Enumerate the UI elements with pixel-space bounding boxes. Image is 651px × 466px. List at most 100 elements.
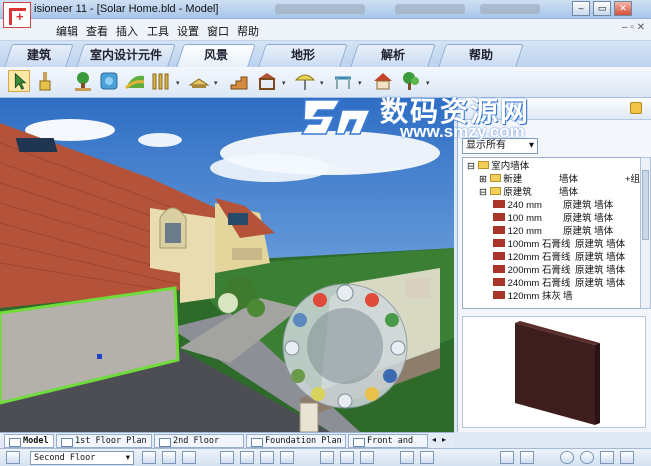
tree-plant-icon[interactable] <box>72 70 94 92</box>
window-icon[interactable] <box>500 451 514 464</box>
pin-icon[interactable] <box>630 102 642 114</box>
menu-bar: 建筑(B) 编辑 查看 插入 工具 设置 窗口 帮助 – ▫ ✕ <box>0 19 651 41</box>
tab-2nd-floor-plan[interactable]: 2nd Floor Plan <box>154 434 244 459</box>
tab-landscape[interactable]: 风景 <box>176 44 256 67</box>
mdi-controls[interactable]: – ▫ ✕ <box>622 22 645 33</box>
tab-foundation-plan[interactable]: Foundation Plan <box>246 434 346 448</box>
menu-window[interactable]: 窗口 <box>207 23 229 39</box>
zoom-in-icon[interactable] <box>560 451 574 464</box>
wall-preview <box>462 316 646 428</box>
house-3d-render <box>0 98 454 432</box>
arrow-icon[interactable] <box>240 451 254 464</box>
zoom-fit-icon[interactable] <box>600 451 614 464</box>
tab-scroll-right-icon[interactable]: ▸ <box>442 435 452 447</box>
fence-icon[interactable] <box>150 70 172 92</box>
plan-icon[interactable] <box>220 451 234 464</box>
measure-icon[interactable] <box>400 451 414 464</box>
library-panel-header <box>458 98 651 120</box>
orbit-icon[interactable] <box>320 451 334 464</box>
tab-help[interactable]: 帮助 <box>438 44 524 67</box>
landscape-toolbar: ▾ ▾ ▾ ▾ ▾ ▾ <box>0 67 651 98</box>
wall-icon <box>493 213 505 221</box>
chevron-down-icon[interactable]: ▾ <box>320 79 324 87</box>
tab-building[interactable]: 建筑 <box>4 44 74 67</box>
tab-1st-floor-plan[interactable]: 1st Floor Plan <box>56 434 152 448</box>
zoom-window-icon[interactable] <box>620 451 634 464</box>
tree-item[interactable]: 240 mm 原建筑 墙体 <box>493 199 641 212</box>
house-icon[interactable] <box>372 70 394 92</box>
menu-tools[interactable]: 工具 <box>147 23 169 39</box>
menu-edit[interactable]: 编辑 <box>56 23 78 39</box>
chevron-down-icon[interactable]: ▾ <box>426 79 430 87</box>
blurred-region <box>275 4 365 14</box>
chevron-down-icon[interactable]: ▾ <box>358 79 362 87</box>
chevron-down-icon[interactable]: ▾ <box>214 79 218 87</box>
scrollbar-thumb[interactable] <box>642 170 649 240</box>
camera-icon[interactable] <box>420 451 434 464</box>
view-tabs: Model 1st Floor Plan 2nd Floor Plan Foun… <box>0 432 454 459</box>
stairs-icon[interactable] <box>228 70 250 92</box>
status-bar: Second Floor <box>0 448 651 466</box>
render-icon[interactable] <box>360 451 374 464</box>
house-view-icon[interactable] <box>260 451 274 464</box>
wall-icon <box>493 265 505 273</box>
window-title: isioneer 11 - [Solar Home.bld - Model] <box>34 3 219 15</box>
walk-icon[interactable] <box>340 451 354 464</box>
wall-preview-image <box>515 321 600 425</box>
blurred-region <box>480 4 540 14</box>
menu-settings[interactable]: 设置 <box>177 23 199 39</box>
tree-item[interactable]: 240mm 石膏线 原建筑 墙体 <box>493 277 641 290</box>
menu-view[interactable]: 查看 <box>86 23 108 39</box>
wall-icon <box>493 239 505 247</box>
library-tree[interactable]: ⊟ 室内墙体 ⊞ 新建 墙体 +组 ⊟ 原建筑 墙体 240 mm 原建筑 墙体 100… <box>462 157 642 309</box>
floor-icon[interactable] <box>6 451 20 464</box>
terrain-slope-icon[interactable] <box>124 70 146 92</box>
chevron-down-icon[interactable]: ▾ <box>176 79 180 87</box>
elevation-icon[interactable] <box>280 451 294 464</box>
tab-analysis[interactable]: 解析 <box>350 44 436 67</box>
tree-scrollbar[interactable] <box>640 157 651 309</box>
layer-icon[interactable] <box>182 451 196 464</box>
menu-insert[interactable]: 插入 <box>116 23 138 39</box>
folder-icon <box>489 174 501 182</box>
water-feature-icon[interactable] <box>98 70 120 92</box>
tab-terrain[interactable]: 地形 <box>258 44 348 67</box>
ribbon-tab-bar: 建筑 室内设计元件 风景 地形 解析 帮助 <box>0 41 651 67</box>
view-toggle-icon[interactable] <box>142 451 156 464</box>
title-bar: isioneer 11 - [Solar Home.bld - Model] –… <box>0 0 651 28</box>
tab-model[interactable]: Model <box>4 434 54 448</box>
tree-item[interactable]: 120 mm 原建筑 墙体 <box>493 225 641 238</box>
tree-item[interactable]: 100 mm 原建筑 墙体 <box>493 212 641 225</box>
zoom-out-icon[interactable] <box>580 451 594 464</box>
minimize-button[interactable]: – <box>572 1 590 16</box>
grid-icon[interactable] <box>162 451 176 464</box>
menu-help[interactable]: 帮助 <box>237 23 259 39</box>
landscape-tree-icon[interactable] <box>400 70 422 92</box>
tree-item[interactable]: ⊞ 新建 墙体 +组 <box>479 173 640 186</box>
paint-brush-icon[interactable] <box>34 70 56 92</box>
tree-item[interactable]: 120mm 抹灰墙 <box>493 290 641 303</box>
tab-interior-components[interactable]: 室内设计元件 <box>76 44 176 67</box>
maximize-button[interactable]: ▭ <box>593 1 611 16</box>
chevron-down-icon[interactable]: ▾ <box>282 79 286 87</box>
tree-item[interactable]: 100mm 石膏线 原建筑 墙体 <box>493 238 641 251</box>
split-view-icon[interactable] <box>520 451 534 464</box>
arbor-icon[interactable] <box>332 70 354 92</box>
filter-dropdown[interactable]: 显示所有 <box>462 138 538 154</box>
tree-item[interactable]: ⊟ 原建筑 墙体 <box>479 186 639 199</box>
tree-item[interactable]: ⊟ 室内墙体 <box>467 160 529 173</box>
tree-item[interactable]: 120mm 石膏线 原建筑 墙体 <box>493 251 641 264</box>
floor-selector[interactable]: Second Floor <box>30 451 134 465</box>
select-arrow-icon[interactable] <box>8 70 30 92</box>
model-3d-viewport[interactable] <box>0 98 454 432</box>
tab-scroll-left-icon[interactable]: ◂ <box>432 435 442 447</box>
folder-icon <box>477 161 489 169</box>
folder-icon <box>489 187 501 195</box>
close-button[interactable]: ✕ <box>614 1 632 16</box>
tree-item[interactable]: 200mm 石膏线 原建筑 墙体 <box>493 264 641 277</box>
tab-front-and-rear[interactable]: Front and Re <box>348 434 428 448</box>
wall-icon <box>493 278 505 286</box>
gazebo-icon[interactable] <box>256 70 278 92</box>
umbrella-icon[interactable] <box>294 70 316 92</box>
deck-icon[interactable] <box>188 70 210 92</box>
